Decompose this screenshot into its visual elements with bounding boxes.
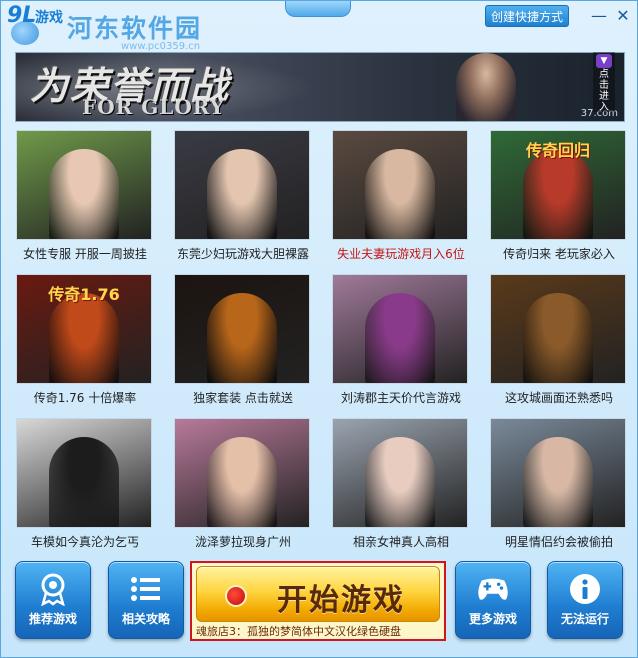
info-icon (568, 572, 602, 606)
logo: 9L 游戏 (5, 3, 63, 45)
game-tile-thumbnail[interactable]: 传奇1.76 (16, 274, 152, 384)
top-banner-ad[interactable]: 为荣誉而战 FOR GLORY 37.com (15, 52, 625, 122)
more-games-button[interactable]: 更多游戏 (455, 561, 531, 639)
game-tile-caption[interactable]: 失业夫妻玩游戏月入6位 (326, 245, 476, 262)
start-game-frame: 开始游戏 魂旅店3：孤独的梦简体中文汉化绿色硬盘 (190, 561, 446, 641)
thumbnail-figure (49, 293, 119, 383)
create-shortcut-button[interactable]: 创建快捷方式 (485, 5, 569, 27)
game-tile-caption[interactable]: 这攻城画面还熟悉吗 (484, 389, 634, 406)
game-tile-thumbnail[interactable] (332, 130, 468, 240)
gamepad-icon (476, 572, 510, 606)
game-tile-caption[interactable]: 泷泽萝拉现身广州 (168, 533, 318, 550)
thumbnail-title: 传奇1.76 (48, 285, 120, 304)
related-guides-label: 相关攻略 (121, 612, 170, 626)
game-tile[interactable]: 明星情侣约会被偷拍 (484, 415, 638, 559)
watermark: 河东软件园 (67, 14, 203, 43)
thumbnail-figure (523, 149, 593, 239)
record-dot-icon (225, 585, 247, 607)
related-guides-button[interactable]: 相关攻略 (108, 561, 184, 639)
game-tile-grid: 女性专服 开服一周披挂 东莞少妇玩游戏大胆裸露 失业夫妻玩游戏月入6位 传奇回归 传奇归… (10, 127, 630, 557)
game-tile-thumbnail[interactable] (174, 274, 310, 384)
chevron-down-icon: ▼ (596, 54, 612, 68)
game-tile[interactable]: 相亲女神真人高相 (326, 415, 484, 559)
banner-character-image (456, 53, 516, 121)
now-playing-marquee: 魂旅店3：孤独的梦简体中文汉化绿色硬盘 (196, 625, 401, 638)
game-tile[interactable]: 独家套装 点击就送 (168, 271, 326, 415)
thumbnail-figure (207, 149, 277, 239)
game-tile-thumbnail[interactable] (490, 418, 626, 528)
game-tile[interactable]: 失业夫妻玩游戏月入6位 (326, 127, 484, 271)
watermark-url: www.pc0359.cn (121, 41, 201, 52)
cannot-run-button[interactable]: 无法运行 (547, 561, 623, 639)
recommend-games-button[interactable]: 推荐游戏 (15, 561, 91, 639)
list-icon (129, 572, 163, 606)
thumbnail-figure (49, 149, 119, 239)
title-drag-tab[interactable] (285, 1, 351, 17)
recommend-games-label: 推荐游戏 (28, 612, 77, 626)
game-tile-caption[interactable]: 独家套装 点击就送 (168, 389, 318, 406)
logo-text: 游戏 (35, 10, 63, 26)
game-tile[interactable]: 传奇回归传奇归来 老玩家必入 (484, 127, 638, 271)
game-tile[interactable]: 传奇1.76 传奇1.76 十倍爆率 (10, 271, 168, 415)
game-tile[interactable]: 泷泽萝拉现身广州 (168, 415, 326, 559)
badge-icon (36, 572, 70, 606)
game-tile-thumbnail[interactable] (332, 418, 468, 528)
thumbnail-figure (207, 437, 277, 527)
game-tile-caption[interactable]: 明星情侣约会被偷拍 (484, 533, 634, 550)
game-tile-caption[interactable]: 相亲女神真人高相 (326, 533, 476, 550)
start-game-label: 开始游戏 (277, 583, 405, 618)
game-tile-thumbnail[interactable] (174, 130, 310, 240)
game-tile-thumbnail[interactable] (174, 418, 310, 528)
start-game-button[interactable]: 开始游戏 (196, 566, 440, 622)
logo-number: 9L (7, 3, 37, 28)
thumbnail-figure (523, 437, 593, 527)
thumbnail-figure (207, 293, 277, 383)
click-enter-label: 点击进入 (599, 69, 609, 113)
bottom-bar: 推荐游戏 相关攻略 开始游戏 魂旅店3：孤独的梦简体中文汉化绿色硬盘 更多游戏 … (1, 557, 637, 657)
thumbnail-title: 传奇回归 (525, 141, 590, 160)
game-tile-caption[interactable]: 女性专服 开服一周披挂 (10, 245, 160, 262)
minimize-icon: — (591, 5, 607, 25)
game-tile-thumbnail[interactable] (16, 130, 152, 240)
game-tile-thumbnail[interactable] (332, 274, 468, 384)
thumbnail-figure (523, 293, 593, 383)
banner-subtitle: FOR GLORY (82, 95, 226, 119)
game-tile-caption[interactable]: 刘涛郡主天价代言游戏 (326, 389, 476, 406)
game-tile[interactable]: 车模如今真沦为乞丐 (10, 415, 168, 559)
launcher-window: 9L 游戏 河东软件园 www.pc0359.cn 创建快捷方式 — ✕ 为荣誉… (0, 0, 638, 658)
game-tile[interactable]: 东莞少妇玩游戏大胆裸露 (168, 127, 326, 271)
game-tile-thumbnail[interactable] (16, 418, 152, 528)
minimize-button[interactable]: — (589, 5, 609, 25)
game-tile-caption[interactable]: 车模如今真沦为乞丐 (10, 533, 160, 550)
game-tile-thumbnail[interactable]: 传奇回归 (490, 130, 626, 240)
thumbnail-figure (365, 149, 435, 239)
thumbnail-figure (365, 293, 435, 383)
cannot-run-label: 无法运行 (560, 612, 609, 626)
more-games-label: 更多游戏 (468, 612, 517, 626)
game-tile-caption[interactable]: 传奇1.76 十倍爆率 (10, 389, 160, 406)
title-bar: 9L 游戏 河东软件园 www.pc0359.cn 创建快捷方式 — ✕ (1, 1, 637, 52)
game-tile[interactable]: 这攻城画面还熟悉吗 (484, 271, 638, 415)
close-button[interactable]: ✕ (613, 5, 633, 25)
game-tile[interactable]: 刘涛郡主天价代言游戏 (326, 271, 484, 415)
game-tile-thumbnail[interactable] (490, 274, 626, 384)
click-enter-button[interactable]: ▼ 点击进入 (593, 52, 615, 113)
game-tile-caption[interactable]: 传奇归来 老玩家必入 (484, 245, 634, 262)
thumbnail-figure (49, 437, 119, 527)
game-tile-caption[interactable]: 东莞少妇玩游戏大胆裸露 (168, 245, 318, 262)
thumbnail-figure (365, 437, 435, 527)
game-tile[interactable]: 女性专服 开服一周披挂 (10, 127, 168, 271)
close-icon: ✕ (616, 5, 630, 25)
